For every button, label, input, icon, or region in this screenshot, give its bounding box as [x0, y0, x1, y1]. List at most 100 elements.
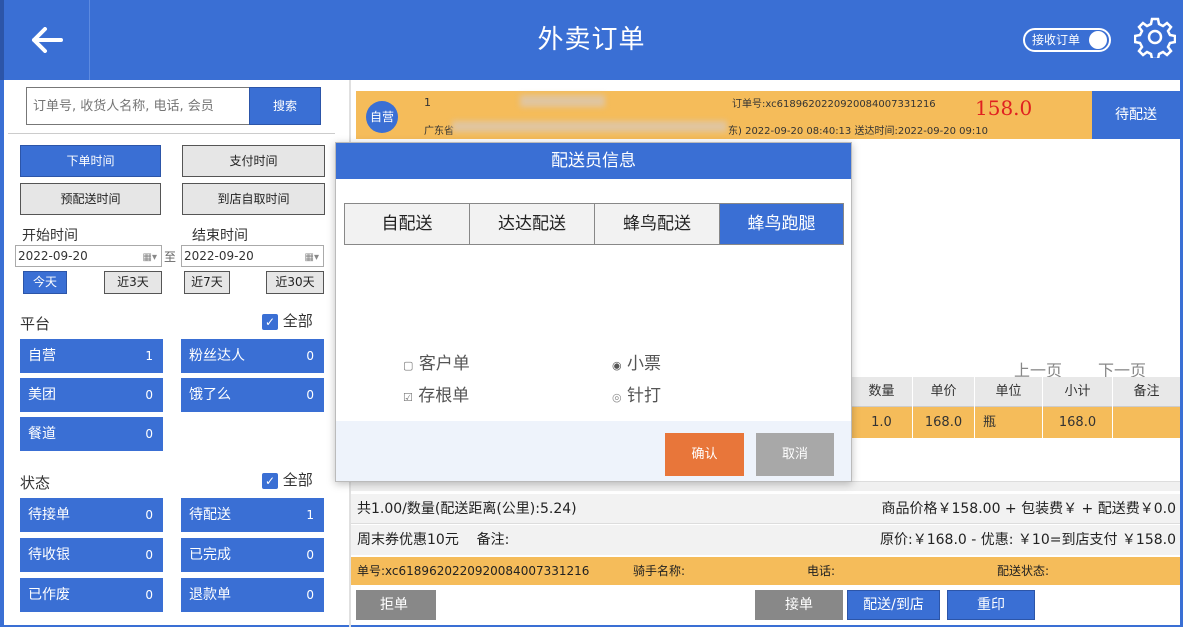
cell — [1113, 407, 1180, 438]
accept-button[interactable]: 接单 — [755, 590, 843, 620]
last-30-days-button[interactable]: 近30天 — [266, 271, 324, 294]
platform-all-label: 全部 — [282, 312, 313, 330]
redacted-address — [452, 121, 727, 132]
back-button[interactable] — [5, 0, 90, 80]
tile-count: 1 — [145, 349, 153, 363]
order-index: 1 — [424, 96, 431, 109]
order-address-prefix: 广东省 — [424, 126, 454, 137]
order-amount: 158.0 — [975, 96, 1033, 120]
checkbox-unchecked-icon: ▢ — [403, 359, 414, 372]
tile-label: 自营 — [28, 348, 56, 364]
summary-line-1: 共1.00/数量(配送距离(公里):5.24) 商品价格￥158.00 + 包装… — [351, 494, 1180, 524]
stub-copy-checkbox[interactable]: ☑ 存根单 — [403, 381, 469, 406]
left-border — [0, 80, 4, 627]
pickup-time-button[interactable]: 到店自取时间 — [182, 183, 325, 215]
status-all-checkbox[interactable]: ✓ 全部 — [262, 469, 313, 490]
summary-line-2: 周末券优惠10元 备注: 原价:￥168.0 - 优惠: ￥10=到店支付 ￥1… — [351, 525, 1180, 555]
tile-label: 已完成 — [189, 547, 231, 563]
source-badge: 自营 — [366, 101, 398, 133]
receive-order-toggle[interactable]: 接收订单 — [1023, 28, 1111, 52]
confirm-button[interactable]: 确认 — [665, 433, 744, 476]
redacted-text — [520, 95, 605, 107]
items-table-header: 数量 单价 单位 小计 备注 — [851, 377, 1180, 407]
option-label: 存根单 — [418, 386, 470, 406]
pay-time-button[interactable]: 支付时间 — [182, 145, 325, 177]
last-3-days-button[interactable]: 近3天 — [104, 271, 162, 294]
tab-fengniao-delivery[interactable]: 蜂鸟配送 — [594, 203, 720, 245]
col-header: 单价 — [913, 377, 975, 407]
start-date-input[interactable]: 2022-09-20 ▦▾ — [15, 245, 162, 267]
toggle-knob — [1089, 31, 1107, 49]
customer-copy-checkbox[interactable]: ▢ 客户单 — [403, 349, 470, 374]
platform-tile-self[interactable]: 自营 1 — [20, 339, 163, 373]
tile-count: 0 — [145, 388, 153, 402]
platform-tile-eleme[interactable]: 饿了么 0 — [181, 378, 324, 412]
tile-count: 0 — [306, 548, 314, 562]
status-tile-to-deliver[interactable]: 待配送 1 — [181, 498, 324, 532]
reprint-button[interactable]: 重印 — [947, 590, 1035, 620]
status-tile-refund[interactable]: 退款单 0 — [181, 578, 324, 612]
gear-icon[interactable] — [1134, 16, 1176, 58]
check-icon: ✓ — [262, 314, 278, 330]
tile-label: 饿了么 — [189, 387, 231, 403]
check-icon: ✓ — [262, 473, 278, 489]
tile-count: 0 — [145, 427, 153, 441]
deliver-pickup-button[interactable]: 配送/到店 — [847, 590, 940, 620]
last-7-days-button[interactable]: 近7天 — [184, 271, 230, 294]
option-label: 针打 — [627, 386, 662, 406]
toggle-label: 接收订单 — [1032, 33, 1081, 47]
dot-matrix-radio[interactable]: ◎ 针打 — [612, 381, 661, 406]
cell: 1.0 — [851, 407, 913, 438]
tile-count: 0 — [145, 548, 153, 562]
tile-label: 待收银 — [28, 547, 70, 563]
order-times: 东) 2022-09-20 08:40:13 送达时间:2022-09-20 0… — [728, 126, 988, 137]
platform-tile-meituan[interactable]: 美团 0 — [20, 378, 163, 412]
arrow-left-icon — [32, 27, 63, 53]
search-input[interactable] — [26, 87, 250, 125]
start-date-value: 2022-09-20 — [18, 249, 88, 263]
status-tile-to-cash[interactable]: 待收银 0 — [20, 538, 163, 572]
price-breakdown: 商品价格￥158.00 + 包装费￥ + 配送费￥0.0 — [881, 501, 1176, 517]
tile-count: 0 — [306, 388, 314, 402]
tab-self-delivery[interactable]: 自配送 — [344, 203, 470, 245]
status-tile-completed[interactable]: 已完成 0 — [181, 538, 324, 572]
option-label: 客户单 — [418, 354, 470, 374]
radio-unselected-icon: ◎ — [612, 391, 622, 404]
status-tile-pending[interactable]: 待接单 0 — [20, 498, 163, 532]
radio-selected-icon: ◉ — [612, 359, 622, 372]
table-row[interactable]: 1.0 168.0 瓶 168.0 — [851, 407, 1180, 438]
tile-label: 待接单 — [28, 507, 70, 523]
search-button[interactable]: 搜索 — [249, 87, 321, 125]
cancel-button[interactable]: 取消 — [756, 433, 834, 476]
rider-name-label: 骑手名称: — [633, 564, 686, 578]
coupon-remark: 周末券优惠10元 备注: — [357, 532, 510, 548]
platform-label: 平台 — [20, 315, 51, 333]
tab-dada-delivery[interactable]: 达达配送 — [469, 203, 595, 245]
tile-label: 已作废 — [28, 587, 70, 603]
end-date-input[interactable]: 2022-09-20 ▦▾ — [181, 245, 324, 267]
horizontal-scrollbar[interactable] — [351, 481, 1180, 491]
pre-delivery-time-button[interactable]: 预配送时间 — [20, 183, 161, 215]
calendar-icon: ▦▾ — [304, 252, 319, 263]
receipt-radio[interactable]: ◉ 小票 — [612, 349, 661, 374]
tile-count: 1 — [306, 508, 314, 522]
calendar-icon: ▦▾ — [142, 252, 157, 263]
today-button[interactable]: 今天 — [23, 271, 67, 294]
status-to-deliver-button[interactable]: 待配送 — [1092, 91, 1180, 139]
order-time-button[interactable]: 下单时间 — [20, 145, 161, 177]
cell: 瓶 — [975, 407, 1043, 438]
start-time-label: 开始时间 — [22, 228, 78, 244]
platform-all-checkbox[interactable]: ✓ 全部 — [262, 310, 313, 331]
option-label: 小票 — [627, 354, 662, 374]
divider — [8, 133, 335, 134]
col-header: 数量 — [851, 377, 913, 407]
tab-fengniao-errand[interactable]: 蜂鸟跑腿 — [719, 203, 844, 245]
tile-count: 0 — [145, 588, 153, 602]
reject-button[interactable]: 拒单 — [356, 590, 436, 620]
platform-tile-candao[interactable]: 餐道 0 — [20, 417, 163, 451]
status-tile-voided[interactable]: 已作废 0 — [20, 578, 163, 612]
tile-count: 0 — [145, 508, 153, 522]
status-all-label: 全部 — [282, 471, 313, 489]
platform-tile-fans[interactable]: 粉丝达人 0 — [181, 339, 324, 373]
status-label: 状态 — [20, 474, 51, 492]
